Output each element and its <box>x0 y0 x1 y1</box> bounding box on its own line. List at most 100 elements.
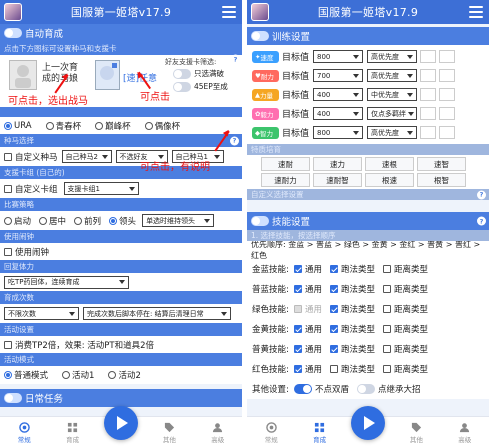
distance-option[interactable]: 距离类型 <box>383 263 428 275</box>
race-strategy-select[interactable]: 单选时维持领头 <box>142 214 215 227</box>
distance-option[interactable]: 距离类型 <box>383 343 428 355</box>
value-box[interactable] <box>420 88 437 101</box>
run-type-option[interactable]: 跑法类型 <box>330 323 375 335</box>
daily-task-row[interactable]: 日常任务 <box>0 389 242 407</box>
use-option[interactable]: 通用 <box>294 283 322 295</box>
daily-task-toggle[interactable] <box>4 393 22 403</box>
target-select[interactable]: 800 <box>313 50 364 63</box>
train-settings-header[interactable]: 训练设置 <box>247 27 489 45</box>
help-icon[interactable]: ? <box>230 136 239 145</box>
priority-select[interactable]: 仅点多羁绊 <box>367 107 418 120</box>
distance-option[interactable]: 距离类型 <box>383 283 428 295</box>
inherit-skill-toggle[interactable]: 点继承大招 <box>357 383 421 395</box>
ep-toggle[interactable] <box>173 81 191 92</box>
target-select[interactable]: 800 <box>313 126 364 139</box>
distance-option[interactable]: 距离类型 <box>383 303 428 315</box>
nav-advanced[interactable]: 高级 <box>447 422 483 444</box>
race-option[interactable]: 前列 <box>74 215 101 227</box>
nav-train[interactable]: 育成 <box>302 422 338 444</box>
only-full-toggle-row[interactable]: 只选满破 <box>173 68 224 79</box>
use-clock-checkbox[interactable] <box>4 247 12 256</box>
value-box[interactable] <box>439 88 456 101</box>
use-option[interactable]: 通用 <box>294 303 322 315</box>
scenario-option[interactable]: 偶像杯 <box>144 120 180 132</box>
nav-general[interactable]: 常规 <box>253 422 289 444</box>
value-box[interactable] <box>420 50 437 63</box>
use-option[interactable]: 通用 <box>294 363 322 375</box>
card-deck-select[interactable]: 支援卡组1 <box>63 182 139 195</box>
auto-train-toggle[interactable] <box>4 28 22 38</box>
help-icon[interactable]: ? <box>477 216 486 226</box>
scenario-option[interactable]: 巅峰杯 <box>95 120 131 132</box>
run-type-option[interactable]: 跑法类型 <box>330 283 375 295</box>
mode-option[interactable]: 活动2 <box>108 369 141 381</box>
priority-select[interactable]: 高优先度 <box>367 50 418 63</box>
nav-other[interactable]: 其他 <box>398 422 434 444</box>
no-double-shield-toggle[interactable]: 不点双盾 <box>294 383 349 395</box>
priority-select[interactable]: 高优先度 <box>367 69 418 82</box>
skill-settings-header[interactable]: 技能设置 ? <box>247 212 489 230</box>
mode-option[interactable]: 活动1 <box>62 369 94 381</box>
run-type-option[interactable]: 跑法类型 <box>330 343 375 355</box>
trait-button[interactable]: 根速 <box>365 173 414 187</box>
menu-icon[interactable] <box>469 6 483 18</box>
scenario-option[interactable]: 青春杯 <box>45 120 81 132</box>
nav-general[interactable]: 常规 <box>6 422 42 444</box>
run-type-option[interactable]: 跑法类型 <box>330 363 375 375</box>
run-type-option[interactable]: 跑法类型 <box>330 303 375 315</box>
recover-select[interactable]: 吃TP药回体，连续育成 <box>4 275 129 289</box>
use-option[interactable]: 通用 <box>294 263 322 275</box>
play-button[interactable] <box>104 406 138 440</box>
trait-button[interactable]: 速耐力 <box>261 173 310 187</box>
trait-button[interactable]: 速耐 <box>261 157 310 171</box>
support-card[interactable] <box>95 60 120 90</box>
trait-button[interactable]: 速力 <box>313 157 362 171</box>
race-option[interactable]: 居中 <box>39 215 66 227</box>
target-select[interactable]: 400 <box>313 107 364 120</box>
race-option[interactable]: 启动 <box>4 215 31 227</box>
value-box[interactable] <box>439 126 456 139</box>
horse-card[interactable] <box>9 60 37 90</box>
play-button[interactable] <box>351 406 385 440</box>
value-box[interactable] <box>420 107 437 120</box>
race-option[interactable]: 领头 <box>109 215 136 227</box>
use-option[interactable]: 通用 <box>294 343 322 355</box>
value-box[interactable] <box>439 69 456 82</box>
distance-option[interactable]: 距离类型 <box>383 323 428 335</box>
stop-select[interactable]: 完成次数后脚本停在: 结算后清理日常 <box>83 307 231 320</box>
help-icon[interactable]: ? <box>231 54 240 64</box>
count-select[interactable]: 不限次数 <box>4 307 79 320</box>
ep-toggle-row[interactable]: 45EP至成 <box>173 81 228 92</box>
event-tp-checkbox[interactable] <box>4 340 12 349</box>
target-select[interactable]: 400 <box>313 88 364 101</box>
nav-other[interactable]: 其他 <box>151 422 187 444</box>
value-box[interactable] <box>420 69 437 82</box>
mode-option[interactable]: 普通模式 <box>4 369 48 381</box>
custom-card-checkbox[interactable] <box>4 184 12 193</box>
scenario-option[interactable]: URA <box>4 121 32 131</box>
run-type-option[interactable]: 跑法类型 <box>330 263 375 275</box>
trait-button[interactable]: 速根 <box>365 157 414 171</box>
chevron-down-icon <box>353 54 360 59</box>
auto-train-row[interactable]: 自动育成 <box>0 24 242 42</box>
help-icon[interactable]: ? <box>477 190 486 199</box>
stud-select-1[interactable]: 自己种马2 <box>61 150 112 163</box>
nav-train[interactable]: 育成 <box>55 422 91 444</box>
priority-select[interactable]: 中优先度 <box>367 88 418 101</box>
train-settings-toggle[interactable] <box>251 31 269 41</box>
value-box[interactable] <box>439 50 456 63</box>
menu-icon[interactable] <box>222 6 236 18</box>
priority-select[interactable]: 高优先度 <box>367 126 418 139</box>
value-box[interactable] <box>439 107 456 120</box>
custom-stud-checkbox[interactable] <box>4 152 12 161</box>
distance-option[interactable]: 距离类型 <box>383 363 428 375</box>
target-select[interactable]: 700 <box>313 69 364 82</box>
only-full-toggle[interactable] <box>173 68 191 79</box>
trait-button[interactable]: 速智 <box>417 157 466 171</box>
nav-advanced[interactable]: 高级 <box>200 422 236 444</box>
value-box[interactable] <box>420 126 437 139</box>
trait-button[interactable]: 根智 <box>417 173 466 187</box>
skill-settings-toggle[interactable] <box>251 216 269 226</box>
use-option[interactable]: 通用 <box>294 323 322 335</box>
trait-button[interactable]: 速耐智 <box>313 173 362 187</box>
